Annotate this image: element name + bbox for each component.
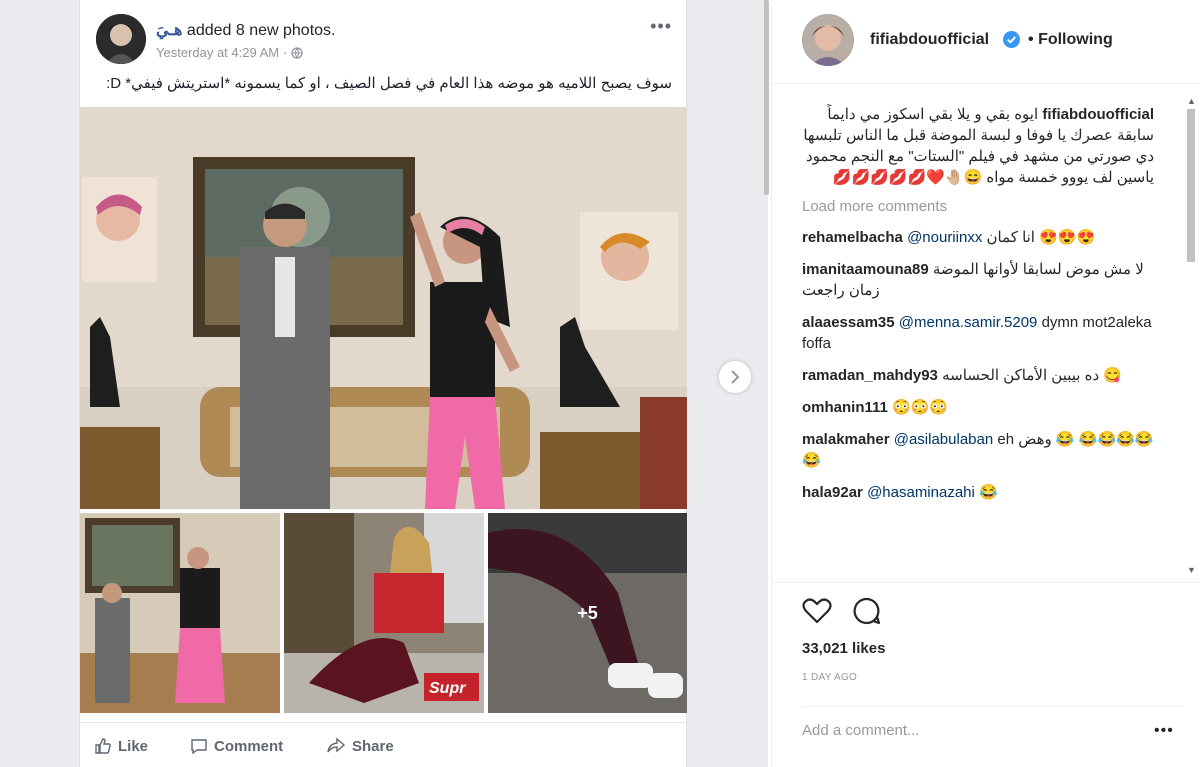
poster-name[interactable]: هـيَ [156, 22, 182, 39]
comments-list[interactable]: fifiabdouofficial ايوه بقي و يلا بقي اسك… [802, 104, 1154, 582]
next-photo-button[interactable] [719, 361, 751, 393]
thumbnail-photo-2[interactable]: Supr [284, 513, 484, 713]
comments-divider [771, 582, 1200, 583]
comment-item: hala92ar @hasaminazahi 😂 [802, 482, 1154, 503]
svg-text:Supr: Supr [429, 680, 466, 697]
likes-count[interactable]: 33,021 likes [802, 640, 885, 657]
scroll-up-icon[interactable]: ▲ [1187, 96, 1196, 106]
comment-username[interactable]: ramadan_mahdy93 [802, 367, 938, 384]
more-options-icon[interactable]: ••• [650, 16, 672, 37]
comment-mention[interactable]: @hasaminazahi [867, 484, 975, 501]
page-scrollbar[interactable] [764, 0, 769, 195]
poster-avatar[interactable] [96, 14, 146, 64]
add-comment-input[interactable] [802, 722, 1132, 739]
like-button[interactable]: Like [94, 737, 148, 755]
comment-username[interactable]: malakmaher [802, 431, 890, 448]
comment-bubble-icon[interactable] [852, 596, 882, 626]
comment-item: alaaessam35 @menna.samir.5209 dymn mot2a… [802, 312, 1154, 354]
comment-mention[interactable]: @menna.samir.5209 [899, 314, 1038, 331]
comment-item: malakmaher @asilabulaban eh وهض 😂 😂😂😂😂😂 [802, 429, 1154, 471]
comment-label: Comment [214, 737, 284, 755]
comment-item: ramadan_mahdy93 ده بيبين الأماكن الحساسه… [802, 365, 1154, 386]
post-action-text: added 8 new photos. [186, 22, 336, 39]
post-actions-bar: Like Comment Share [80, 722, 687, 767]
follow-separator: • [1028, 31, 1034, 48]
comments-scrollbar-thumb[interactable] [1187, 109, 1195, 262]
account-username[interactable]: fifiabdouofficial [870, 31, 989, 49]
thumbnail-photo-1[interactable] [80, 513, 280, 713]
load-more-comments-link[interactable]: Load more comments [802, 196, 1154, 217]
following-status-button[interactable]: • Following [1028, 31, 1113, 49]
facebook-post-card: هـيَ added 8 new photos. Yesterday at 4:… [79, 0, 687, 767]
meta-separator: · [283, 45, 288, 60]
comment-text: ده بيبين الأماكن الحساسه 😋 [942, 367, 1123, 384]
comment-button[interactable]: Comment [190, 737, 283, 755]
add-comment-divider [802, 706, 1184, 707]
post-timestamp[interactable]: Yesterday at 4:29 AM [156, 45, 279, 60]
comment-text: انا كمان 😍😍😍 [986, 229, 1096, 246]
thumbs-up-icon [95, 738, 111, 754]
header-divider [771, 83, 1200, 84]
account-avatar[interactable] [802, 14, 854, 66]
more-photos-count[interactable]: +5 [488, 513, 687, 713]
post-options-icon[interactable]: ••• [1154, 722, 1174, 740]
panel-divider [771, 0, 772, 767]
verified-badge-icon [1003, 31, 1020, 48]
caption-username[interactable]: fifiabdouofficial [1042, 106, 1154, 123]
comment-item: omhanin111 😳😳😳 [802, 397, 1154, 418]
comment-username[interactable]: omhanin111 [802, 399, 888, 416]
comment-username[interactable]: rehamelbacha [802, 229, 903, 246]
share-button[interactable]: Share [326, 737, 394, 755]
chevron-right-icon [731, 370, 740, 384]
comment-username[interactable]: alaaessam35 [802, 314, 895, 331]
comment-text: 😂 [979, 484, 998, 501]
comment-mention[interactable]: @nouriinxx [907, 229, 982, 246]
share-arrow-icon [327, 737, 346, 753]
main-photo[interactable] [80, 107, 687, 509]
comment-item: imanitaamouna89 لا مش موض لسابقا لأوانها… [802, 259, 1154, 301]
following-label: Following [1038, 31, 1113, 48]
comment-text: 😳😳😳 [892, 399, 949, 416]
comment-username[interactable]: imanitaamouna89 [802, 261, 929, 278]
comment-username[interactable]: hala92ar [802, 484, 863, 501]
speech-bubble-icon [191, 739, 207, 755]
comment-mention[interactable]: @asilabulaban [894, 431, 993, 448]
scroll-down-icon[interactable]: ▼ [1187, 565, 1196, 575]
like-label: Like [118, 737, 149, 755]
post-caption: fifiabdouofficial ايوه بقي و يلا بقي اسك… [802, 104, 1154, 188]
comment-item: rehamelbacha @nouriinxx انا كمان 😍😍😍 [802, 227, 1154, 248]
share-label: Share [352, 737, 394, 755]
post-text: سوف يصبح اللاميه هو موضه هذا العام في فص… [106, 75, 672, 92]
globe-icon[interactable] [291, 46, 304, 59]
post-date[interactable]: 1 DAY AGO [802, 672, 857, 683]
post-header: هـيَ added 8 new photos. [156, 20, 335, 40]
post-meta: Yesterday at 4:29 AM · [156, 45, 304, 60]
heart-icon[interactable] [802, 596, 832, 626]
thumbnail-photo-3[interactable]: +5 [488, 513, 687, 713]
